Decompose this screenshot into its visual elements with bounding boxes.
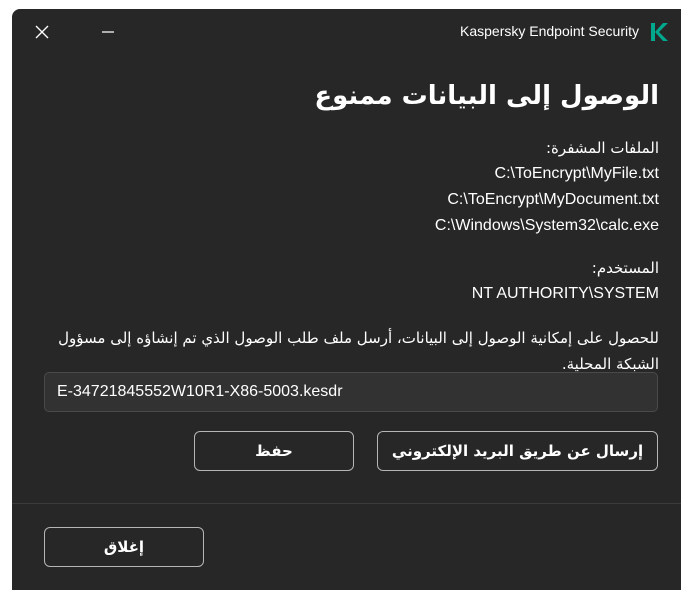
kaspersky-logo-icon [649, 21, 669, 43]
window-title: Kaspersky Endpoint Security [460, 23, 639, 39]
encrypted-file-path: C:\ToEncrypt\MyDocument.txt [447, 191, 659, 208]
title-bar: Kaspersky Endpoint Security [12, 9, 681, 55]
save-button[interactable]: حفظ [194, 431, 354, 471]
dialog-heading: الوصول إلى البيانات ممنوع [314, 81, 659, 111]
user-value: NT AUTHORITY\SYSTEM [471, 285, 659, 302]
request-file-name-field[interactable]: E-34721845552W10R1-X86-5003.kesdr [44, 372, 658, 412]
user-section: المستخدم: NT AUTHORITY\SYSTEM [39, 255, 659, 307]
minimize-icon[interactable] [98, 22, 118, 42]
dialog-window: Kaspersky Endpoint Security الوصول إلى ا… [12, 9, 681, 590]
user-label: المستخدم: [591, 259, 659, 277]
close-button[interactable]: إغلاق [44, 527, 204, 567]
encrypted-files-label: الملفات المشفرة: [546, 139, 659, 157]
encrypted-file-path: C:\Windows\System32\calc.exe [434, 217, 659, 234]
close-icon[interactable] [32, 22, 52, 42]
footer-divider [12, 503, 681, 504]
encrypted-files-section: الملفات المشفرة: C:\ToEncrypt\MyFile.txt… [39, 135, 659, 239]
encrypted-file-path: C:\ToEncrypt\MyFile.txt [494, 165, 659, 182]
send-by-email-button[interactable]: إرسال عن طريق البريد الإلكتروني [377, 431, 658, 471]
instructions-text: للحصول على إمكانية الوصول إلى البيانات، … [58, 329, 659, 373]
